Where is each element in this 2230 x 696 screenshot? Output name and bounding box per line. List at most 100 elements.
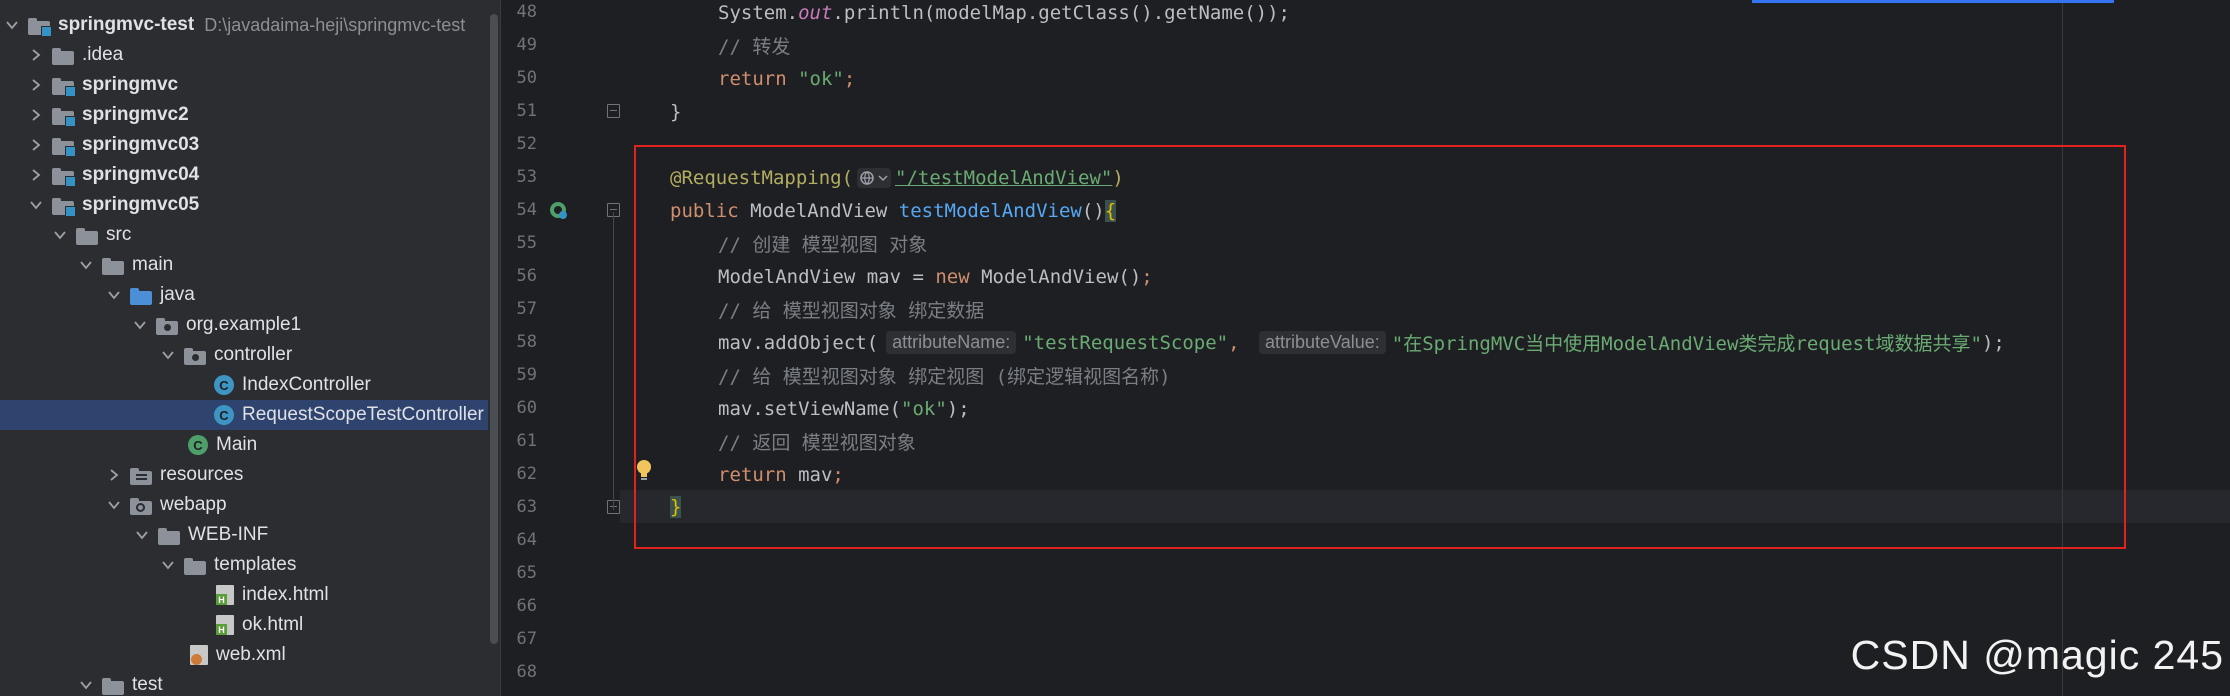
html-file-icon [216,615,234,635]
chevron-right-icon[interactable] [106,467,122,483]
chevron-down-icon[interactable] [160,347,176,363]
tree-item-web-inf[interactable]: WEB-INF [0,520,488,550]
tree-item-org-example1[interactable]: org.example1 [0,310,488,340]
tree-item-java[interactable]: java [0,280,488,310]
tree-item-label: springmvc05 [82,194,200,215]
line-number: 61 [516,431,537,451]
tree-item-springmvc2[interactable]: springmvc2 [0,100,488,130]
code-line-48: System. out .println(modelMap.getClass().g… [718,0,1290,29]
tree-item-label: .idea [82,44,124,65]
chevron-right-icon[interactable] [28,77,44,93]
module-folder-icon [28,17,52,37]
line-number: 56 [516,266,537,286]
tree-item-label: WEB-INF [188,524,269,545]
code-comment: // 转发 [718,36,791,58]
chevron-right-icon[interactable] [28,167,44,183]
line-number: 62 [516,464,537,484]
chevron-down-icon[interactable] [160,557,176,573]
web-endpoint-icon[interactable] [548,200,568,220]
chevron-right-icon[interactable] [28,137,44,153]
line-number: 54 [516,200,537,220]
tree-item-idea[interactable]: .idea [0,40,488,70]
chevron-down-icon[interactable] [134,527,150,543]
tree-item-indexcontroller[interactable]: C IndexController [0,370,488,400]
tree-item-main[interactable]: main [0,250,488,280]
fold-marker-icon[interactable] [607,104,620,118]
folder-icon [52,47,74,65]
chevron-down-icon[interactable] [106,497,122,513]
xml-file-icon [190,645,208,665]
tree-item-templates[interactable]: templates [0,550,488,580]
web-folder-icon [130,497,152,515]
code-line-49: // 转发 [718,29,790,62]
tree-scrollbar[interactable] [488,0,500,696]
chevron-down-icon[interactable] [4,17,20,33]
tree-item-label: springmvc03 [82,134,200,155]
tree-item-label: ok.html [242,614,304,635]
chevron-down-icon[interactable] [132,317,148,333]
tree-item-label: test [132,674,163,695]
code-line-50: return "ok"; [718,62,855,95]
line-number: 58 [516,332,537,352]
active-tab-indicator [1752,0,2114,3]
code-keyword: return [718,67,799,90]
tree-item-springmvc03[interactable]: springmvc03 [0,130,488,160]
java-main-class-icon: C [188,435,208,455]
tree-root-springmvc-test[interactable]: springmvc-test D:\javadaima-heji\springm… [0,10,488,40]
java-class-icon: C [214,375,234,395]
chevron-down-icon[interactable] [106,287,122,303]
tree-item-label: java [160,284,195,305]
tree-item-springmvc05[interactable]: springmvc05 [0,190,488,220]
tree-item-label: webapp [160,494,227,515]
module-folder-icon [52,77,76,97]
module-folder-icon [52,197,76,217]
watermark: CSDN @magic 245 [1850,632,2224,678]
module-folder-icon [52,167,76,187]
chevron-down-icon[interactable] [52,227,68,243]
folder-icon [76,227,98,245]
tree-item-index-html[interactable]: index.html [0,580,488,610]
editor-gutter: 48 49 50 51 52 53 54 55 56 57 58 59 60 6… [500,0,621,696]
line-number: 49 [516,35,537,55]
tree-item-ok-html[interactable]: ok.html [0,610,488,640]
tree-item-label: controller [214,344,293,365]
line-number: 67 [516,629,537,649]
tree-scrollbar-thumb[interactable] [490,14,498,644]
project-tree: springmvc-test D:\javadaima-heji\springm… [0,0,488,696]
tree-item-label: IndexController [242,374,371,395]
java-class-icon: C [214,405,234,425]
folder-icon [184,557,206,575]
tree-item-web-xml[interactable]: web.xml [0,640,488,670]
tree-item-webapp[interactable]: webapp [0,490,488,520]
line-number: 48 [516,2,537,22]
tree-item-springmvc[interactable]: springmvc [0,70,488,100]
line-number: 53 [516,167,537,187]
tree-item-resources[interactable]: resources [0,460,488,490]
tree-item-test[interactable]: test [0,670,488,696]
tree-item-label: springmvc2 [82,104,189,125]
tree-item-main-class[interactable]: C Main [0,430,488,460]
chevron-down-icon[interactable] [28,197,44,213]
line-number: 66 [516,596,537,616]
chevron-right-icon[interactable] [28,47,44,63]
line-number: 50 [516,68,537,88]
chevron-right-icon[interactable] [28,107,44,123]
tree-item-label: springmvc-test [58,14,195,35]
tree-item-src[interactable]: src [0,220,488,250]
fold-guide-line [613,212,614,510]
line-number: 51 [516,101,537,121]
folder-icon [102,677,124,695]
package-icon [184,347,206,365]
tree-item-springmvc04[interactable]: springmvc04 [0,160,488,190]
tree-item-label: RequestScopeTestController [242,404,484,425]
line-number: 64 [516,530,537,550]
chevron-down-icon[interactable] [78,257,94,273]
tree-item-label: Main [216,434,258,455]
project-path: D:\javadaima-heji\springmvc-test [204,14,466,35]
source-folder-icon [130,287,152,305]
tree-item-controller[interactable]: controller [0,340,488,370]
tree-item-label: resources [160,464,244,485]
tree-item-requestscopetestcontroller[interactable]: C RequestScopeTestController [0,400,488,430]
line-number: 65 [516,563,537,583]
chevron-down-icon[interactable] [78,677,94,693]
